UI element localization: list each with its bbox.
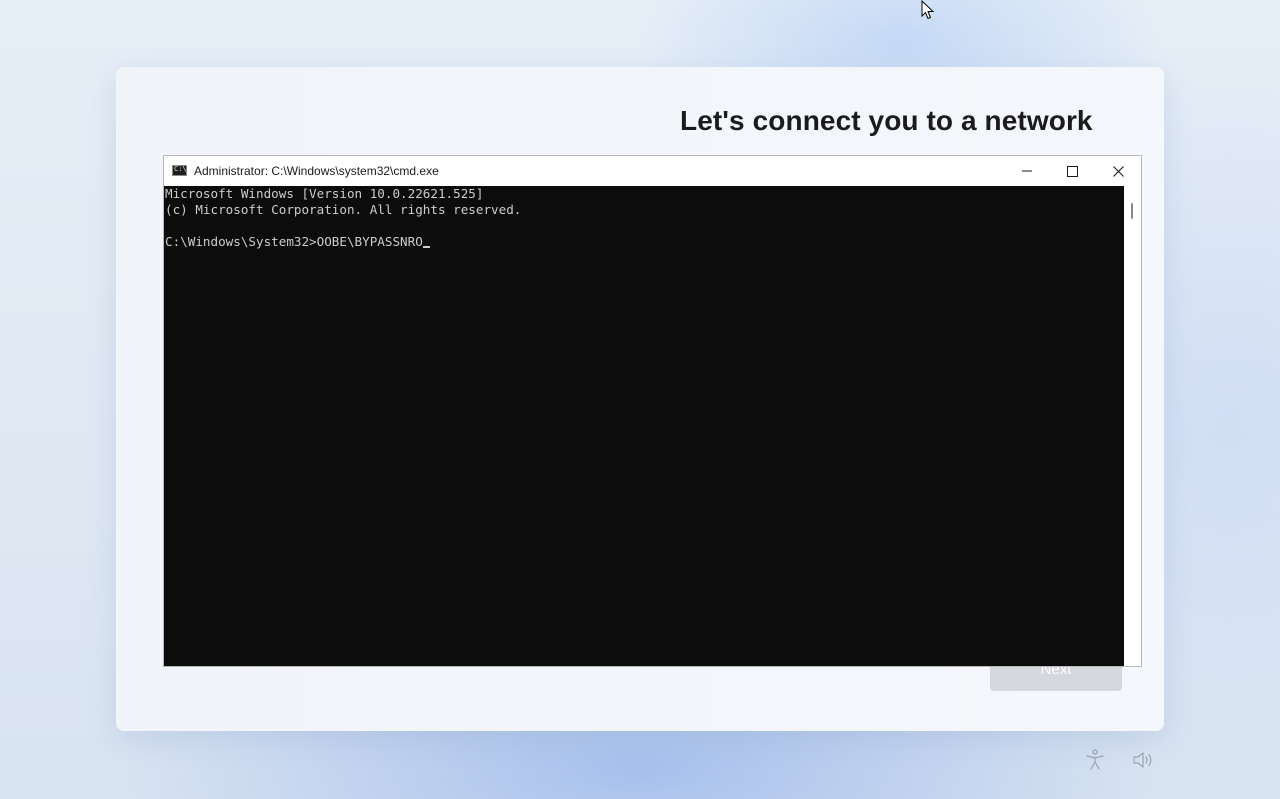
- cmd-window[interactable]: Administrator: C:\Windows\system32\cmd.e…: [163, 155, 1142, 667]
- command-text: C:\Windows\System32>OOBE\BYPASSNRO: [165, 234, 423, 249]
- mouse-pointer-icon: [921, 0, 935, 25]
- cmd-titlebar[interactable]: Administrator: C:\Windows\system32\cmd.e…: [164, 156, 1141, 186]
- maximize-icon: [1066, 165, 1078, 177]
- minimize-button[interactable]: [1004, 156, 1050, 186]
- console-output[interactable]: Microsoft Windows [Version 10.0.22621.52…: [164, 186, 1124, 666]
- text-cursor: [422, 246, 430, 248]
- vertical-scrollbar[interactable]: [1124, 186, 1141, 666]
- page-title: Let's connect you to a network: [680, 105, 1093, 136]
- close-button[interactable]: [1095, 156, 1141, 186]
- minimize-icon: [1022, 166, 1032, 176]
- console-line: Microsoft Windows [Version 10.0.22621.52…: [165, 186, 484, 201]
- volume-icon[interactable]: [1131, 748, 1155, 772]
- window-title: Administrator: C:\Windows\system32\cmd.e…: [194, 164, 439, 178]
- accessibility-icon[interactable]: [1083, 748, 1107, 772]
- cmd-icon: [172, 165, 187, 176]
- scrollbar-thumb[interactable]: [1131, 203, 1133, 219]
- command-prompt-line[interactable]: C:\Windows\System32>OOBE\BYPASSNRO: [165, 234, 430, 250]
- maximize-button[interactable]: [1049, 156, 1095, 186]
- console-line: (c) Microsoft Corporation. All rights re…: [165, 202, 522, 217]
- close-icon: [1112, 165, 1124, 177]
